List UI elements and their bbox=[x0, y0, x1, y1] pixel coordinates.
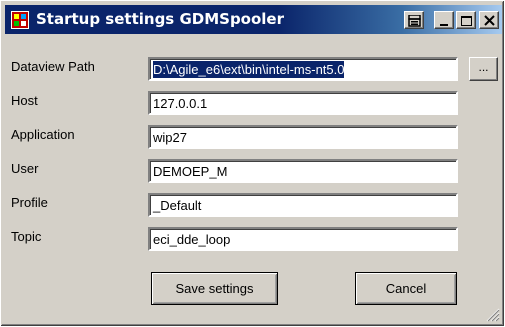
minimize-icon bbox=[440, 24, 448, 26]
save-settings-button[interactable]: Save settings bbox=[151, 272, 278, 305]
label-dataview-path: Dataview Path bbox=[11, 59, 95, 74]
maximize-icon bbox=[461, 16, 472, 26]
cancel-button[interactable]: Cancel bbox=[355, 272, 457, 305]
restore-dock-icon bbox=[408, 15, 421, 27]
resize-grip-icon[interactable] bbox=[484, 306, 500, 322]
maximize-button[interactable] bbox=[456, 11, 476, 29]
label-topic: Topic bbox=[11, 229, 42, 244]
application-input[interactable]: wip27 bbox=[148, 125, 458, 149]
restore-dock-button[interactable] bbox=[404, 11, 424, 29]
close-icon bbox=[484, 15, 495, 26]
title-bar[interactable]: Startup settings GDMSpooler bbox=[5, 5, 502, 34]
close-button[interactable] bbox=[479, 11, 499, 29]
browse-button[interactable]: ... bbox=[469, 57, 498, 81]
label-application: Application bbox=[11, 127, 75, 142]
host-input[interactable]: 127.0.0.1 bbox=[148, 91, 458, 115]
topic-value: eci_dde_loop bbox=[153, 232, 231, 247]
label-user: User bbox=[11, 161, 39, 176]
minimize-button[interactable] bbox=[434, 11, 454, 29]
window-title: Startup settings GDMSpooler bbox=[36, 10, 285, 28]
profile-input[interactable]: _Default bbox=[148, 193, 458, 217]
app-icon bbox=[11, 11, 29, 29]
dataview-path-input[interactable]: D:\Agile_e6\ext\bin\intel-ms-nt5.0 bbox=[148, 57, 458, 81]
application-value: wip27 bbox=[153, 130, 187, 145]
dialog-window: Startup settings GDMSpooler Dataview Pat… bbox=[0, 0, 505, 327]
label-profile: Profile bbox=[11, 195, 48, 210]
label-host: Host bbox=[11, 93, 38, 108]
topic-input[interactable]: eci_dde_loop bbox=[148, 227, 458, 251]
user-input[interactable]: DEMOEP_M bbox=[148, 159, 458, 183]
host-value: 127.0.0.1 bbox=[153, 96, 208, 111]
dataview-path-value: D:\Agile_e6\ext\bin\intel-ms-nt5.0 bbox=[153, 61, 345, 78]
profile-value: _Default bbox=[153, 198, 202, 213]
user-value: DEMOEP_M bbox=[153, 164, 228, 179]
